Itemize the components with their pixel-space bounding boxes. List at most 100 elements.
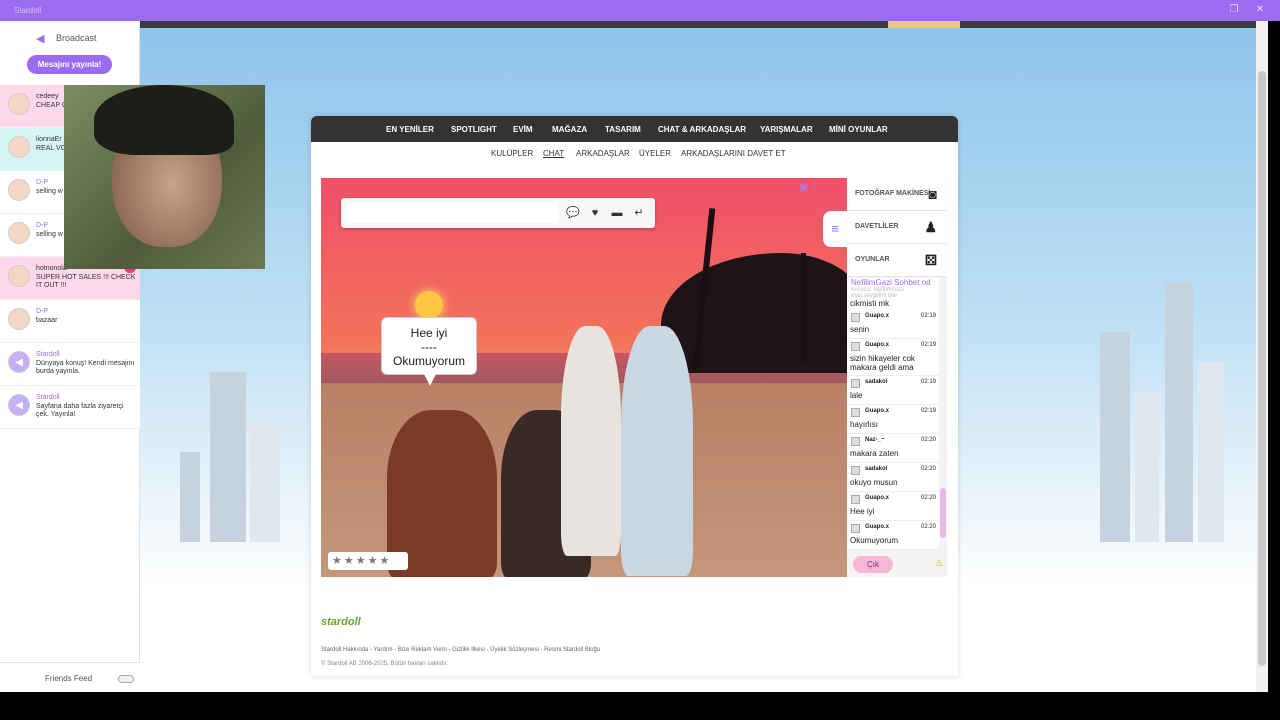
city-building xyxy=(210,372,246,542)
chat-time: 02:19 xyxy=(920,313,936,319)
avatar xyxy=(8,222,30,244)
chat-message-text: senin xyxy=(850,325,870,334)
emote-icon[interactable]: ▬ xyxy=(609,206,625,220)
feed-item-user[interactable]: hotnonola xyxy=(36,265,67,272)
games-button[interactable]: OYUNLAR ⚄ xyxy=(847,244,947,277)
chat-user[interactable]: sadakoi xyxy=(865,466,887,472)
broadcast-label: Broadcast xyxy=(56,33,97,43)
feed-item[interactable]: D-P bazaar xyxy=(0,300,140,343)
invites-icon: ♟ xyxy=(924,219,937,235)
stardoll-logo[interactable]: stardoll xyxy=(321,616,361,628)
nav-item-spotlight[interactable]: SPOTLIGHT xyxy=(451,125,497,134)
city-building xyxy=(180,452,200,542)
avatar[interactable] xyxy=(851,466,860,475)
subnav-item-kulupler[interactable]: KULÜPLER xyxy=(491,149,533,158)
chat-input-bar: 💬 ♥ ▬ ↵ xyxy=(341,198,655,228)
nav-item-chat-arkadaslar[interactable]: CHAT & ARKADAŞLAR xyxy=(658,125,746,134)
speech-line: Hee iyi xyxy=(410,326,448,340)
feed-item-user[interactable]: Stardoll xyxy=(36,351,60,358)
feed-item-message: Dünyaya konuş! Kendi mesajını burda yayı… xyxy=(36,360,135,375)
menu-icon[interactable]: ≡ xyxy=(823,211,847,247)
chat-message-text: lale xyxy=(850,391,863,400)
nav-item-tasarim[interactable]: TASARIM xyxy=(605,125,641,134)
heart-icon[interactable]: ♥ xyxy=(587,206,603,220)
subnav-item-uyeler[interactable]: ÜYELER xyxy=(639,149,671,158)
warning-icon[interactable]: ⚠ xyxy=(935,558,943,569)
chat-scrollbar-thumb[interactable] xyxy=(940,488,946,538)
publish-message-button[interactable]: Mesajını yayınla! xyxy=(27,55,112,74)
nav-item-en-yeniler[interactable]: EN YENİLER xyxy=(386,125,434,134)
subnav-item-arkadaslar[interactable]: ARKADAŞLAR xyxy=(576,149,630,158)
chat-scrollbar[interactable] xyxy=(939,278,947,550)
chat-message-text: Okumuyorum xyxy=(850,536,899,545)
feed-item-message: SUPER HOT SALES !!! CHECK IT OUT !!! xyxy=(36,274,136,289)
camera-label: FOTOĞRAF MAKİNESİ xyxy=(855,190,931,197)
avatar[interactable] xyxy=(851,495,860,504)
chat-input[interactable] xyxy=(346,203,558,223)
avatar[interactable] xyxy=(851,379,860,388)
camera-icon: ◙ xyxy=(928,186,937,202)
avatar[interactable] xyxy=(851,524,860,533)
invites-button[interactable]: DAVETLİLER ♟ xyxy=(847,211,947,244)
chat-time: 02:19 xyxy=(920,342,936,348)
rating-stars[interactable]: ★★★★★ xyxy=(328,552,408,570)
chat-scene[interactable]: ▣ ? 💬 ♥ ▬ ↵ Hee iyi ---- Okumuyorum ★★★★… xyxy=(321,178,847,577)
avatar-boy-jeans[interactable] xyxy=(621,326,693,576)
invites-label: DAVETLİLER xyxy=(855,223,899,230)
chat-user[interactable]: Guapo.x xyxy=(865,495,889,501)
chat-message-text: cikmisti mk xyxy=(850,299,890,308)
chat-message-text: okuyo musun xyxy=(850,478,898,487)
chat-time: 02:20 xyxy=(920,495,936,501)
avatar[interactable] xyxy=(851,437,860,446)
city-building xyxy=(1100,332,1130,542)
chat-user[interactable]: sadakoi xyxy=(865,379,887,385)
avatar[interactable] xyxy=(851,342,860,351)
close-icon[interactable]: ✕ xyxy=(1254,4,1266,16)
nav-item-magaza[interactable]: MAĞAZA xyxy=(552,125,587,134)
friends-feed-bar: Friends Feed xyxy=(0,662,140,692)
chat-room-name: NefilimGazi Sohbet od xyxy=(851,278,931,287)
nav-item-yarismalar[interactable]: YARIŞMALAR xyxy=(760,125,813,134)
feed-item-user[interactable]: D-P xyxy=(36,308,48,315)
scene-top-icons[interactable]: ▣ ? xyxy=(799,182,817,193)
subnav-item-davet-et[interactable]: ARKADAŞLARINI DAVET ET xyxy=(681,149,786,158)
feed-item-user[interactable]: Stardoll xyxy=(36,394,60,401)
chat-message: Guapo.x 02:19 senin xyxy=(847,310,939,339)
speech-line: ---- xyxy=(421,340,437,354)
exit-chat-button[interactable]: Çık xyxy=(853,556,893,573)
feed-item[interactable]: ◀ Stardoll Sayfana daha fazla ziyaretçi … xyxy=(0,386,140,429)
avatar[interactable] xyxy=(851,313,860,322)
chat-user[interactable]: Guapo.x xyxy=(865,342,889,348)
feed-item-user[interactable]: cedeey xyxy=(36,93,59,100)
webcam-overlay xyxy=(64,85,265,269)
speech-bubble: Hee iyi ---- Okumuyorum xyxy=(381,317,477,386)
page-scrollbar-thumb[interactable] xyxy=(1258,71,1266,666)
chat-user[interactable]: Guapo.x xyxy=(865,408,889,414)
speech-bubble-icon[interactable]: 💬 xyxy=(565,206,581,220)
sub-nav: KULÜPLER CHAT ARKADAŞLAR ÜYELER ARKADAŞL… xyxy=(311,142,958,164)
chat-message-text: Hee iyi xyxy=(850,507,875,516)
feed-item-user[interactable]: D-P xyxy=(36,179,48,186)
feed-item-user[interactable]: D-P xyxy=(36,222,48,229)
avatar-girl-blonde[interactable] xyxy=(561,326,621,556)
footer-links[interactable]: Stardoll Hakkında - Yardım - Bize Reklam… xyxy=(321,647,600,653)
chat-time: 02:20 xyxy=(920,466,936,472)
restore-icon[interactable]: ❐ xyxy=(1228,4,1240,16)
chat-user[interactable]: Guapo.x xyxy=(865,524,889,530)
chat-message: Guapo.x 02:20 Okumuyorum xyxy=(847,521,939,550)
friends-feed-toggle[interactable] xyxy=(118,675,134,683)
feed-item[interactable]: ◀ Stardoll Dünyaya konuş! Kendi mesajını… xyxy=(0,343,140,386)
nav-item-evim[interactable]: EVİM xyxy=(513,125,533,134)
send-icon[interactable]: ↵ xyxy=(631,206,647,220)
chat-user[interactable]: Guapo.x xyxy=(865,313,889,319)
subnav-item-chat[interactable]: CHAT xyxy=(543,149,564,158)
camera-button[interactable]: FOTOĞRAF MAKİNESİ ◙ xyxy=(847,178,947,211)
avatar[interactable] xyxy=(851,408,860,417)
chat-message: Guapo.x 02:19 sizin hikayeler cok makara… xyxy=(847,339,939,376)
nav-item-mini-oyunlar[interactable]: MİNİ OYUNLAR xyxy=(829,125,888,134)
chat-user[interactable]: Naz-_~ xyxy=(865,437,885,443)
feed-item-user[interactable]: lionnaEr xyxy=(36,136,62,143)
page-scrollbar[interactable] xyxy=(1256,21,1268,692)
avatar xyxy=(8,93,30,115)
city-building xyxy=(250,422,280,542)
